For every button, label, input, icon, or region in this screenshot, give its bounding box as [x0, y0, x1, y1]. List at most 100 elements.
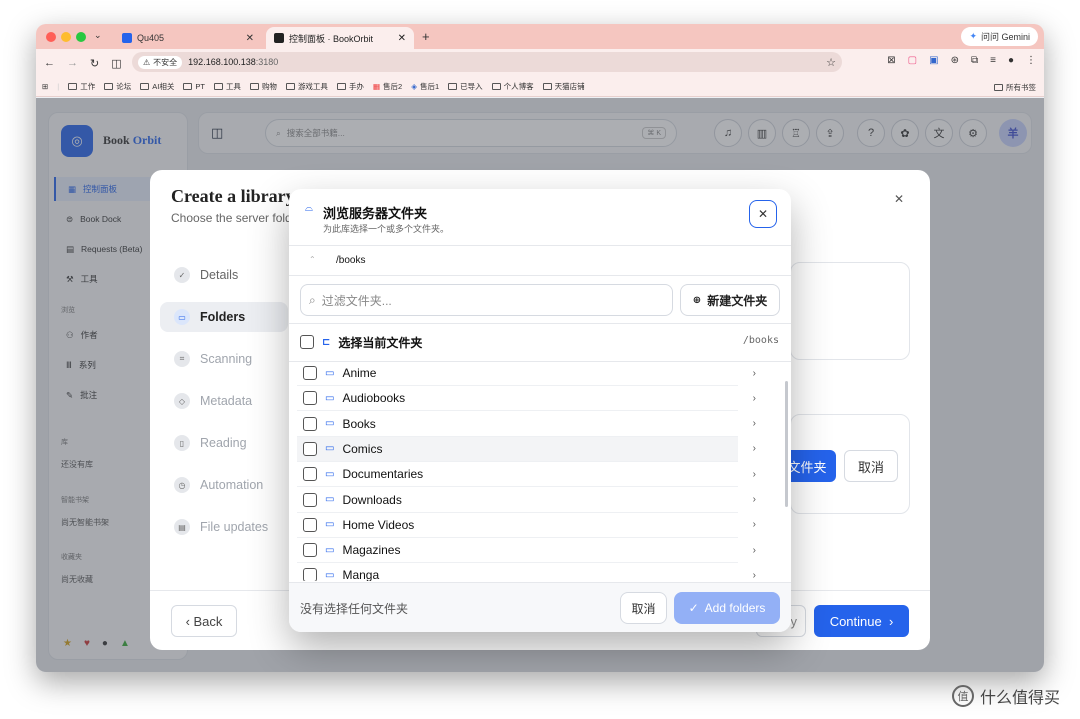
dialog-subtitle: 为此库选择一个或多个文件夹。	[323, 224, 450, 234]
step-automation[interactable]: ◷ Automation	[160, 470, 288, 500]
folder-row[interactable]: ▭ Audiobooks ›	[297, 386, 756, 412]
folder-name: Documentaries	[342, 467, 424, 482]
new-folder-button[interactable]: ⊕ 新建文件夹	[680, 284, 780, 316]
chevron-right-icon[interactable]: ›	[753, 393, 756, 404]
button-label: Back	[193, 613, 223, 629]
not-secure-badge[interactable]: ⚠ 不安全	[138, 55, 183, 69]
chevron-right-icon[interactable]: ›	[753, 368, 756, 379]
tab-bookorbit[interactable]: 控制面板 · BookOrbit ✕	[266, 27, 414, 49]
step-metadata[interactable]: ◇ Metadata	[160, 386, 288, 416]
folder-row[interactable]: ▭ Documentaries ›	[297, 462, 756, 488]
puzzle-icon[interactable]: ⧉	[971, 55, 978, 66]
folder-icon: ▭	[325, 544, 335, 556]
folder-row[interactable]: ▭ Magazines ›	[297, 538, 756, 564]
bookmark-folder[interactable]: 天猫店铺	[542, 81, 585, 92]
bookmark-folder[interactable]: AI相关	[140, 81, 174, 92]
bookmark-folder[interactable]: 购物	[249, 81, 277, 92]
checkbox[interactable]	[303, 366, 317, 380]
close-icon: ✕	[757, 207, 769, 221]
close-window-button[interactable]	[46, 32, 56, 42]
bookmark-folder[interactable]: 手办	[336, 81, 364, 92]
chevron-up-icon[interactable]: ⌃	[309, 255, 316, 264]
new-tab-button[interactable]: +	[422, 29, 430, 44]
bookmark-folder[interactable]: 论坛	[104, 81, 131, 92]
close-button[interactable]: ✕	[749, 200, 777, 228]
cancel-button[interactable]: 取消	[620, 592, 667, 624]
chevron-right-icon[interactable]: ›	[753, 545, 756, 556]
chevron-right-icon[interactable]: ›	[753, 494, 756, 505]
extension-icon[interactable]: ▢	[908, 55, 917, 66]
url-port: :3180	[255, 57, 279, 67]
back-icon[interactable]: ←	[44, 57, 55, 69]
chevron-right-icon[interactable]: ›	[753, 570, 756, 581]
select-current-folder-row[interactable]: ⊏ 选择当前文件夹 /books	[289, 323, 791, 361]
close-icon[interactable]: ✕	[398, 33, 406, 44]
extension-icon[interactable]: ⊠	[887, 55, 895, 66]
bookmark-folder[interactable]: 游戏工具	[285, 81, 328, 92]
checkbox[interactable]	[300, 335, 314, 349]
bookmark-label: 已导入	[460, 82, 483, 91]
extension-icon[interactable]: ▣	[929, 55, 938, 66]
folder-icon: ▭	[174, 309, 190, 325]
minimize-window-button[interactable]	[61, 32, 71, 42]
bookmark-folder[interactable]: 工具	[213, 81, 241, 92]
forward-icon[interactable]: →	[67, 57, 78, 69]
checkbox[interactable]	[303, 467, 317, 482]
apps-grid-icon[interactable]: ⊞	[42, 82, 48, 91]
folder-row[interactable]: ▭ Books ›	[297, 412, 756, 437]
bookmark-folder[interactable]: 个人博客	[491, 81, 534, 92]
bookmark-link[interactable]: ▦ 售后2	[373, 81, 402, 92]
back-button[interactable]: ‹ Back	[171, 605, 237, 637]
all-bookmarks[interactable]: 所有书签	[994, 82, 1036, 93]
sidebar-toggle-icon[interactable]: ◫	[111, 57, 121, 70]
bookmark-label: 游戏工具	[297, 82, 328, 91]
reading-list-icon[interactable]: ≡	[990, 55, 996, 66]
step-label: Details	[200, 268, 239, 282]
chevron-right-icon[interactable]: ›	[753, 443, 756, 454]
zoom-window-button[interactable]	[76, 32, 86, 42]
scrollbar[interactable]	[785, 381, 788, 507]
bookmark-link[interactable]: ◈ 售后1	[411, 81, 439, 92]
folder-row[interactable]: ▭ Downloads ›	[297, 488, 756, 513]
bookmark-folder[interactable]: PT	[183, 82, 205, 91]
checkbox[interactable]	[303, 391, 317, 406]
continue-button[interactable]: Continue ›	[814, 605, 909, 637]
close-icon[interactable]: ✕	[894, 192, 904, 206]
step-folders[interactable]: ▭ Folders	[160, 302, 288, 332]
close-icon[interactable]: ✕	[246, 33, 254, 44]
folder-row[interactable]: ▭ Anime ›	[297, 363, 756, 386]
step-file-updates[interactable]: ▤ File updates	[160, 512, 288, 542]
star-icon[interactable]: ☆	[826, 56, 836, 69]
checkbox[interactable]	[303, 543, 317, 558]
checkbox[interactable]	[303, 492, 317, 507]
tab-qu405[interactable]: Qu405 ✕	[114, 27, 262, 49]
search-icon: ⌕	[309, 292, 316, 307]
folder-icon: ▭	[325, 443, 335, 455]
address-bar[interactable]: ⚠ 不安全 192.168.100.138:3180 ☆	[132, 52, 842, 72]
gemini-button[interactable]: ✦ 问问 Gemini	[961, 27, 1038, 46]
step-scanning[interactable]: ⌗ Scanning	[160, 344, 288, 374]
tab-list-chevron-icon[interactable]: ⌄	[94, 30, 102, 41]
cancel-button[interactable]: 取消	[844, 450, 898, 482]
folder-row[interactable]: ▭ Home Videos ›	[297, 513, 756, 538]
folder-row[interactable]: ▭ Comics ›	[297, 436, 756, 462]
current-path[interactable]: /books	[336, 255, 365, 266]
chevron-right-icon[interactable]: ›	[753, 418, 756, 429]
chevron-right-icon[interactable]: ›	[753, 469, 756, 480]
checkbox[interactable]	[303, 416, 317, 431]
bookmark-folder[interactable]: 工作	[68, 81, 95, 92]
folder-row[interactable]: ▭ Manga ›	[297, 563, 756, 581]
step-reading[interactable]: ▯ Reading	[160, 428, 288, 458]
bookmark-folder[interactable]: 已导入	[448, 81, 483, 92]
reload-icon[interactable]: ↻	[90, 57, 99, 70]
filter-folders-input[interactable]: ⌕ 过滤文件夹...	[300, 284, 673, 316]
checkbox[interactable]	[303, 441, 317, 456]
add-folders-button[interactable]: ✓ Add folders	[674, 592, 780, 624]
chevron-right-icon[interactable]: ›	[753, 519, 756, 530]
step-details[interactable]: ✓ Details	[160, 260, 288, 290]
more-menu-icon[interactable]: ⋮	[1026, 55, 1036, 66]
extension-icon[interactable]: ⊛	[951, 55, 959, 66]
checkbox[interactable]	[303, 568, 317, 581]
profile-icon[interactable]: ●	[1008, 55, 1014, 66]
checkbox[interactable]	[303, 517, 317, 532]
